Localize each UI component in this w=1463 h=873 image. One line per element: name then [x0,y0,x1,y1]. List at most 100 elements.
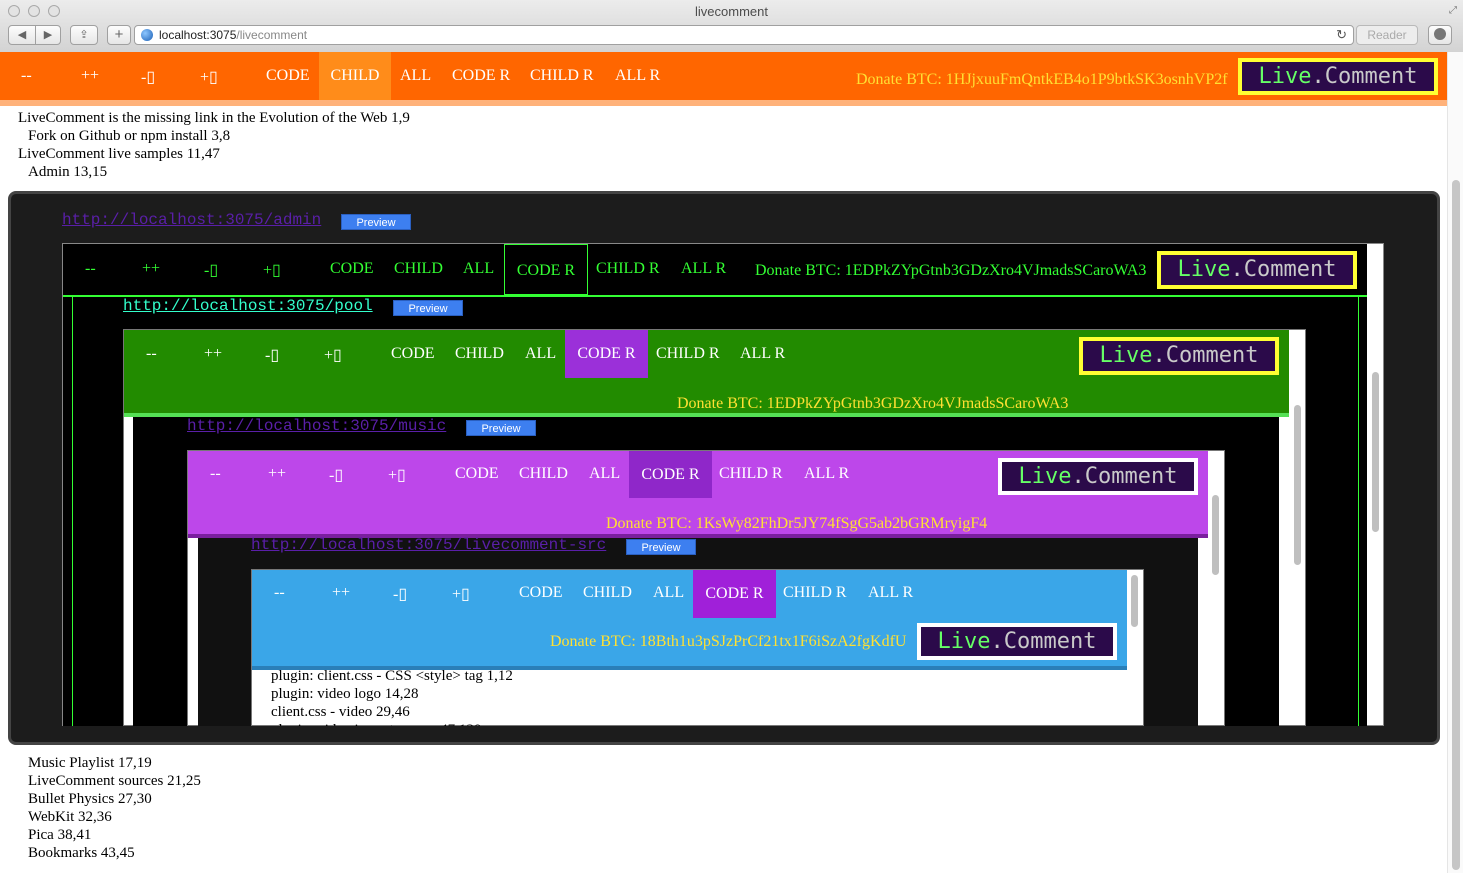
root-btn-all-r[interactable]: ALL R [615,67,660,85]
music-url-link[interactable]: http://localhost:3075/music [187,417,446,435]
admin-logo-dot: . [1230,257,1244,282]
src-btn-all[interactable]: ALL [653,584,684,602]
admin-url-link[interactable]: http://localhost:3075/admin [62,211,321,229]
admin-btn-minusminus[interactable]: -- [85,260,96,278]
fullscreen-icon[interactable]: ⤢ [1449,5,1457,16]
music-btn-all[interactable]: ALL [589,465,620,483]
admin-logo: Live.Comment [1157,251,1357,289]
admin-btn-plusplus[interactable]: ++ [142,260,160,278]
root-btn-minusbox[interactable]: -▯ [141,67,155,87]
back-button[interactable]: ◀ [8,25,36,45]
src-toolbar: -- ++ -▯ +▯ CODE CHILD ALL CODE R CHILD R ALL R Do… [252,570,1127,666]
pool-btn-code-r[interactable]: CODE R [565,330,648,378]
src-btn-minusbox[interactable]: -▯ [393,584,407,604]
root-btn-all[interactable]: ALL [400,67,431,85]
tree-item[interactable]: Admin 13,15 [28,164,107,181]
url-host: localhost:3075 [159,28,237,42]
root-btn-minusminus[interactable]: -- [21,67,32,85]
music-preview-button[interactable]: Preview [466,420,536,436]
tree-item[interactable]: Fork on Github or npm install 3,8 [28,128,230,145]
root-btn-child[interactable]: CHILD [319,52,391,100]
new-tab-button[interactable]: + [107,25,131,45]
root-btn-plusbox[interactable]: +▯ [200,67,218,87]
admin-btn-code[interactable]: CODE [330,260,374,278]
music-btn-minusbox[interactable]: -▯ [329,465,343,485]
src-btn-plusplus[interactable]: ++ [332,584,350,602]
music-btn-code-r[interactable]: CODE R [629,451,712,498]
browser-chrome: livecomment ⤢ ◀ ▶ ⇪ + localhost:3075/liv… [0,0,1463,53]
src-url-link[interactable]: http://localhost:3075/livecomment-src [251,536,606,554]
src-btn-code[interactable]: CODE [519,584,563,602]
pool-btn-plusplus[interactable]: ++ [204,345,222,363]
pool-logo-dot: . [1152,343,1166,368]
url-text[interactable]: localhost:3075/livecomment [159,28,307,42]
tree-item[interactable]: Music Playlist 17,19 [28,755,152,772]
admin-right-border [1358,297,1359,726]
src-btn-child-r[interactable]: CHILD R [783,584,847,602]
music-btn-child[interactable]: CHILD [519,465,568,483]
admin-btn-child-r[interactable]: CHILD R [596,260,660,278]
tree-item[interactable]: Pica 38,41 [28,827,91,844]
tree-item[interactable]: Bullet Physics 27,30 [28,791,152,808]
page-scrollbar-thumb[interactable] [1452,180,1460,870]
src-logo-live: Live [937,629,991,654]
reload-icon[interactable]: ↻ [1336,27,1347,43]
admin-btn-minusbox[interactable]: -▯ [204,260,218,280]
music-btn-minusminus[interactable]: -- [210,465,221,483]
src-btn-minusminus[interactable]: -- [274,584,285,602]
music-btn-all-r[interactable]: ALL R [804,465,849,483]
tree-item[interactable]: LiveComment is the missing link in the E… [18,110,410,127]
pool-btn-minusbox[interactable]: -▯ [265,345,279,365]
pool-btn-child[interactable]: CHILD [455,345,504,363]
pool-preview-button[interactable]: Preview [393,300,463,316]
admin-btn-code-r[interactable]: CODE R [504,244,588,295]
share-button[interactable]: ⇪ [70,25,98,45]
admin-btn-child[interactable]: CHILD [394,260,443,278]
downloads-icon[interactable] [1428,25,1452,45]
src-preview-button[interactable]: Preview [626,539,696,555]
pool-url-link[interactable]: http://localhost:3075/pool [123,297,373,315]
root-donate-text: Donate BTC: 1HJjxuuFmQntkEB4o1P9btkSK3os… [856,71,1228,88]
pool-btn-code[interactable]: CODE [391,345,435,363]
admin-logo-comment: Comment [1243,257,1337,282]
music-btn-plusbox[interactable]: +▯ [388,465,406,485]
music-btn-code[interactable]: CODE [455,465,499,483]
root-btn-code[interactable]: CODE [266,67,310,85]
src-tree-item[interactable]: plugin: video.js - set source 47,130 [271,722,481,726]
tree-item[interactable]: Bookmarks 43,45 [28,845,135,862]
pool-btn-plusbox[interactable]: +▯ [324,345,342,365]
address-bar[interactable]: localhost:3075/livecomment ↻ [134,25,1354,45]
pool-btn-minusminus[interactable]: -- [146,345,157,363]
root-btn-plusplus[interactable]: ++ [81,67,99,85]
admin-left-border [72,297,73,726]
src-btn-all-r[interactable]: ALL R [868,584,913,602]
music-btn-plusplus[interactable]: ++ [268,465,286,483]
admin-btn-all[interactable]: ALL [463,260,494,278]
admin-scrollbar[interactable] [1372,372,1379,532]
pool-btn-child-r[interactable]: CHILD R [656,345,720,363]
src-tree-item[interactable]: plugin: client.css - CSS <style> tag 1,1… [271,670,513,685]
tree-item[interactable]: LiveComment live samples 11,47 [18,146,220,163]
forward-button[interactable]: ▶ [35,25,61,45]
src-scrollbar[interactable] [1131,575,1138,627]
admin-btn-plusbox[interactable]: +▯ [263,260,281,280]
root-btn-child-r[interactable]: CHILD R [530,67,594,85]
reader-button[interactable]: Reader [1356,25,1418,45]
src-tree-item[interactable]: plugin: video logo 14,28 [271,686,419,703]
root-btn-code-r[interactable]: CODE R [452,67,510,85]
pool-btn-all-r[interactable]: ALL R [740,345,785,363]
pool-logo: Live.Comment [1079,337,1279,375]
src-btn-code-r[interactable]: CODE R [693,570,776,618]
admin-btn-all-r[interactable]: ALL R [681,260,726,278]
music-scrollbar[interactable] [1212,495,1219,575]
tree-item[interactable]: WebKit 32,36 [28,809,112,826]
pool-scrollbar[interactable] [1294,405,1301,565]
root-logo: Live.Comment [1238,58,1438,95]
tree-item[interactable]: LiveComment sources 21,25 [28,773,201,790]
src-tree-item[interactable]: client.css - video 29,46 [271,704,410,721]
src-btn-plusbox[interactable]: +▯ [452,584,470,604]
music-btn-child-r[interactable]: CHILD R [719,465,783,483]
admin-preview-button[interactable]: Preview [341,214,411,230]
src-btn-child[interactable]: CHILD [583,584,632,602]
pool-btn-all[interactable]: ALL [525,345,556,363]
